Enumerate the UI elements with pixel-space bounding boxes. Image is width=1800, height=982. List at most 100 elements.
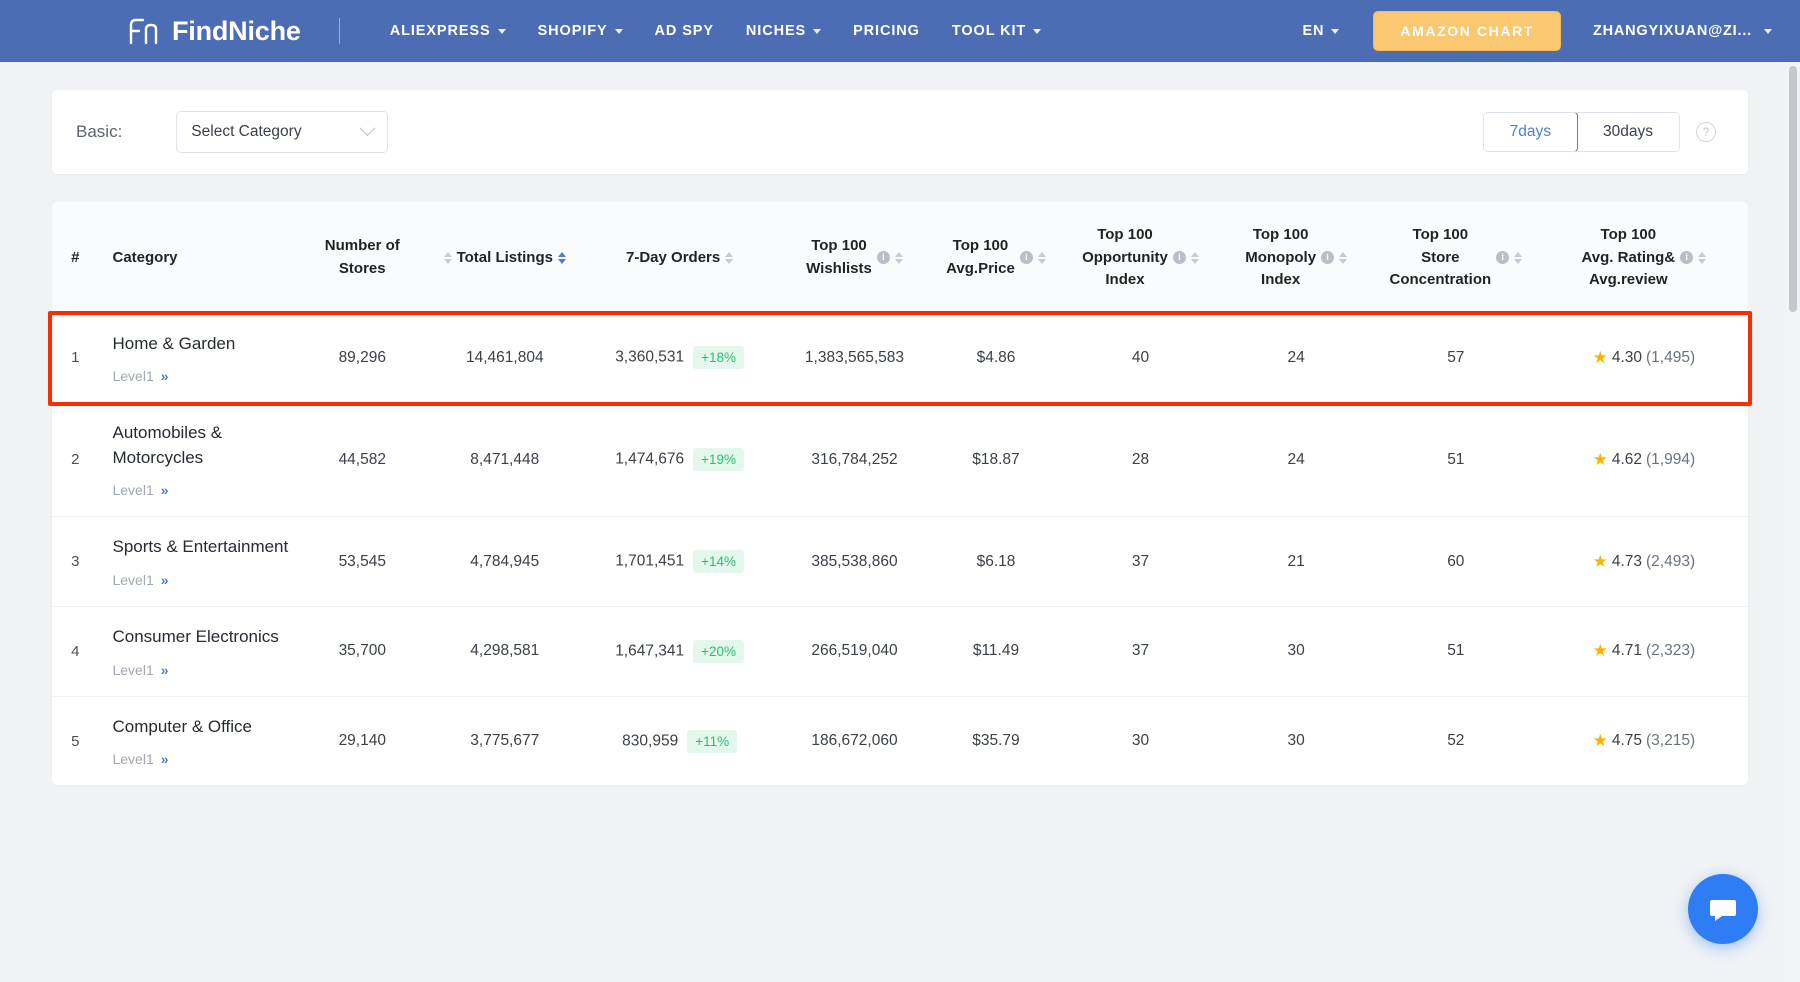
category-select[interactable]: Select Category — [176, 111, 388, 153]
category-name: Consumer Electronics — [112, 625, 292, 650]
nav-item-aliexpress[interactable]: ALIEXPRESS — [374, 15, 522, 47]
double-chevron-right-icon[interactable]: » — [161, 751, 169, 767]
orders-change-badge: +19% — [693, 448, 744, 471]
info-icon[interactable]: i — [1680, 251, 1693, 264]
th-label: Top 100 Store Concentration — [1389, 224, 1491, 292]
info-icon[interactable]: i — [877, 251, 890, 264]
double-chevron-right-icon[interactable]: » — [161, 482, 169, 498]
double-chevron-right-icon[interactable]: » — [161, 662, 169, 678]
nav-item-pricing[interactable]: PRICING — [837, 15, 936, 47]
star-icon: ★ — [1593, 641, 1608, 661]
sort-toggle[interactable] — [1698, 252, 1706, 264]
category-level[interactable]: Level1 » — [112, 751, 292, 767]
sort-toggle[interactable] — [1038, 252, 1046, 264]
info-icon[interactable]: i — [1321, 251, 1334, 264]
table-row[interactable]: 5 Computer & Office Level1 » 29,140 3,77… — [52, 696, 1748, 785]
orders-value: 830,959 — [622, 732, 678, 749]
category-table-card: # Category Number of Stores Total Listin… — [52, 202, 1748, 785]
table-row[interactable]: 1 Home & Garden Level1 » 89,296 14,461,8… — [52, 314, 1748, 403]
th-7-day-orders[interactable]: 7-Day Orders — [582, 202, 778, 314]
scrollbar-thumb[interactable] — [1789, 66, 1797, 312]
category-level[interactable]: Level1 » — [112, 482, 292, 498]
page-content: Basic: Select Category 7days 30days ? — [0, 90, 1800, 785]
th-label: Top 100 Opportunity Index — [1082, 224, 1168, 292]
question-mark-icon[interactable]: ? — [1696, 122, 1716, 142]
sort-toggle[interactable] — [1191, 252, 1199, 264]
table-row[interactable]: 4 Consumer Electronics Level1 » 35,700 4… — [52, 607, 1748, 697]
category-name: Sports & Entertainment — [112, 535, 292, 560]
cell-orders: 1,701,451+14% — [582, 517, 778, 607]
level-label: Level1 — [112, 751, 153, 767]
top-navigation-bar: FindNiche ALIEXPRESS SHOPIFY AD SPY NICH… — [0, 0, 1800, 62]
sort-toggle[interactable] — [444, 252, 452, 264]
range-7days-button[interactable]: 7days — [1483, 112, 1578, 152]
th-label: Total Listings — [457, 247, 553, 270]
chat-support-button[interactable] — [1688, 874, 1758, 944]
th-label: Top 100 Monopoly Index — [1245, 224, 1316, 292]
th-number-of-stores: Number of Stores — [297, 202, 428, 314]
chevron-down-icon — [1033, 29, 1041, 34]
language-label: EN — [1302, 23, 1324, 39]
cell-category: Computer & Office Level1 » — [98, 696, 296, 785]
orders-change-badge: +11% — [687, 730, 737, 753]
account-menu[interactable]: ZHANGYIXUAN@ZI... — [1587, 15, 1778, 47]
range-30days-button[interactable]: 30days — [1577, 113, 1679, 151]
sort-toggle[interactable] — [1514, 252, 1522, 264]
cell-rating: ★ 4.62 (1,994) — [1540, 403, 1748, 517]
th-top100-avg-rating-review[interactable]: Top 100 Avg. Rating& Avg.review i — [1540, 202, 1748, 314]
th-label: 7-Day Orders — [626, 247, 720, 270]
chevron-down-icon — [615, 29, 623, 34]
category-level[interactable]: Level1 » — [112, 572, 292, 588]
cell-avg-price: $11.49 — [931, 607, 1060, 697]
nav-item-label: SHOPIFY — [538, 23, 608, 39]
double-chevron-right-icon[interactable]: » — [161, 572, 169, 588]
info-icon[interactable]: i — [1173, 251, 1186, 264]
th-top100-monopoly-index[interactable]: Top 100 Monopoly Index i — [1220, 202, 1372, 314]
orders-change-badge: +14% — [693, 550, 744, 573]
rating-value: 4.30 — [1612, 349, 1642, 367]
th-top100-opportunity-index[interactable]: Top 100 Opportunity Index i — [1061, 202, 1221, 314]
info-icon[interactable]: i — [1496, 251, 1509, 264]
category-level[interactable]: Level1 » — [112, 368, 292, 384]
chevron-down-icon — [360, 120, 376, 136]
sort-toggle[interactable] — [895, 252, 903, 264]
nav-menu: ALIEXPRESS SHOPIFY AD SPY NICHES PRICING… — [374, 15, 1057, 47]
nav-item-shopify[interactable]: SHOPIFY — [522, 15, 639, 47]
language-selector[interactable]: EN — [1288, 15, 1353, 47]
level-label: Level1 — [112, 662, 153, 678]
cell-orders: 3,360,531+18% — [582, 314, 778, 403]
cell-listings: 14,461,804 — [428, 314, 582, 403]
sort-toggle[interactable] — [1339, 252, 1347, 264]
cell-rating: ★ 4.30 (1,495) — [1540, 314, 1748, 403]
nav-item-tool-kit[interactable]: TOOL KIT — [936, 15, 1057, 47]
cell-listings: 4,784,945 — [428, 517, 582, 607]
table-row[interactable]: 3 Sports & Entertainment Level1 » 53,545… — [52, 517, 1748, 607]
sort-toggle-active[interactable] — [558, 252, 566, 264]
table-row[interactable]: 2 Automobiles & Motorcycles Level1 » 44,… — [52, 403, 1748, 517]
cell-wishlists: 1,383,565,583 — [778, 314, 932, 403]
amazon-chart-button[interactable]: AMAZON CHART — [1373, 11, 1561, 51]
brand-logo[interactable]: FindNiche — [128, 16, 301, 47]
cell-monopoly-index: 30 — [1220, 696, 1372, 785]
cell-monopoly-index: 21 — [1220, 517, 1372, 607]
sort-toggle[interactable] — [725, 252, 733, 264]
account-email: ZHANGYIXUAN@ZI... — [1593, 23, 1752, 39]
info-icon[interactable]: i — [1020, 251, 1033, 264]
nav-item-ad-spy[interactable]: AD SPY — [639, 15, 730, 47]
nav-item-niches[interactable]: NICHES — [730, 15, 837, 47]
page-scrollbar[interactable] — [1786, 62, 1800, 982]
review-count: (2,323) — [1646, 642, 1695, 660]
th-top100-avg-price[interactable]: Top 100 Avg.Price i — [931, 202, 1060, 314]
rating-value: 4.73 — [1612, 553, 1642, 571]
cell-rank: 5 — [52, 696, 98, 785]
th-total-listings[interactable]: Total Listings — [428, 202, 582, 314]
fn-logo-icon — [128, 16, 162, 46]
table-body: 1 Home & Garden Level1 » 89,296 14,461,8… — [52, 314, 1748, 786]
cell-rating: ★ 4.73 (2,493) — [1540, 517, 1748, 607]
orders-change-badge: +18% — [693, 346, 744, 369]
th-top100-wishlists[interactable]: Top 100 Wishlists i — [778, 202, 932, 314]
category-level[interactable]: Level1 » — [112, 662, 292, 678]
double-chevron-right-icon[interactable]: » — [161, 368, 169, 384]
th-top100-store-concentration[interactable]: Top 100 Store Concentration i — [1372, 202, 1540, 314]
cell-monopoly-index: 24 — [1220, 403, 1372, 517]
